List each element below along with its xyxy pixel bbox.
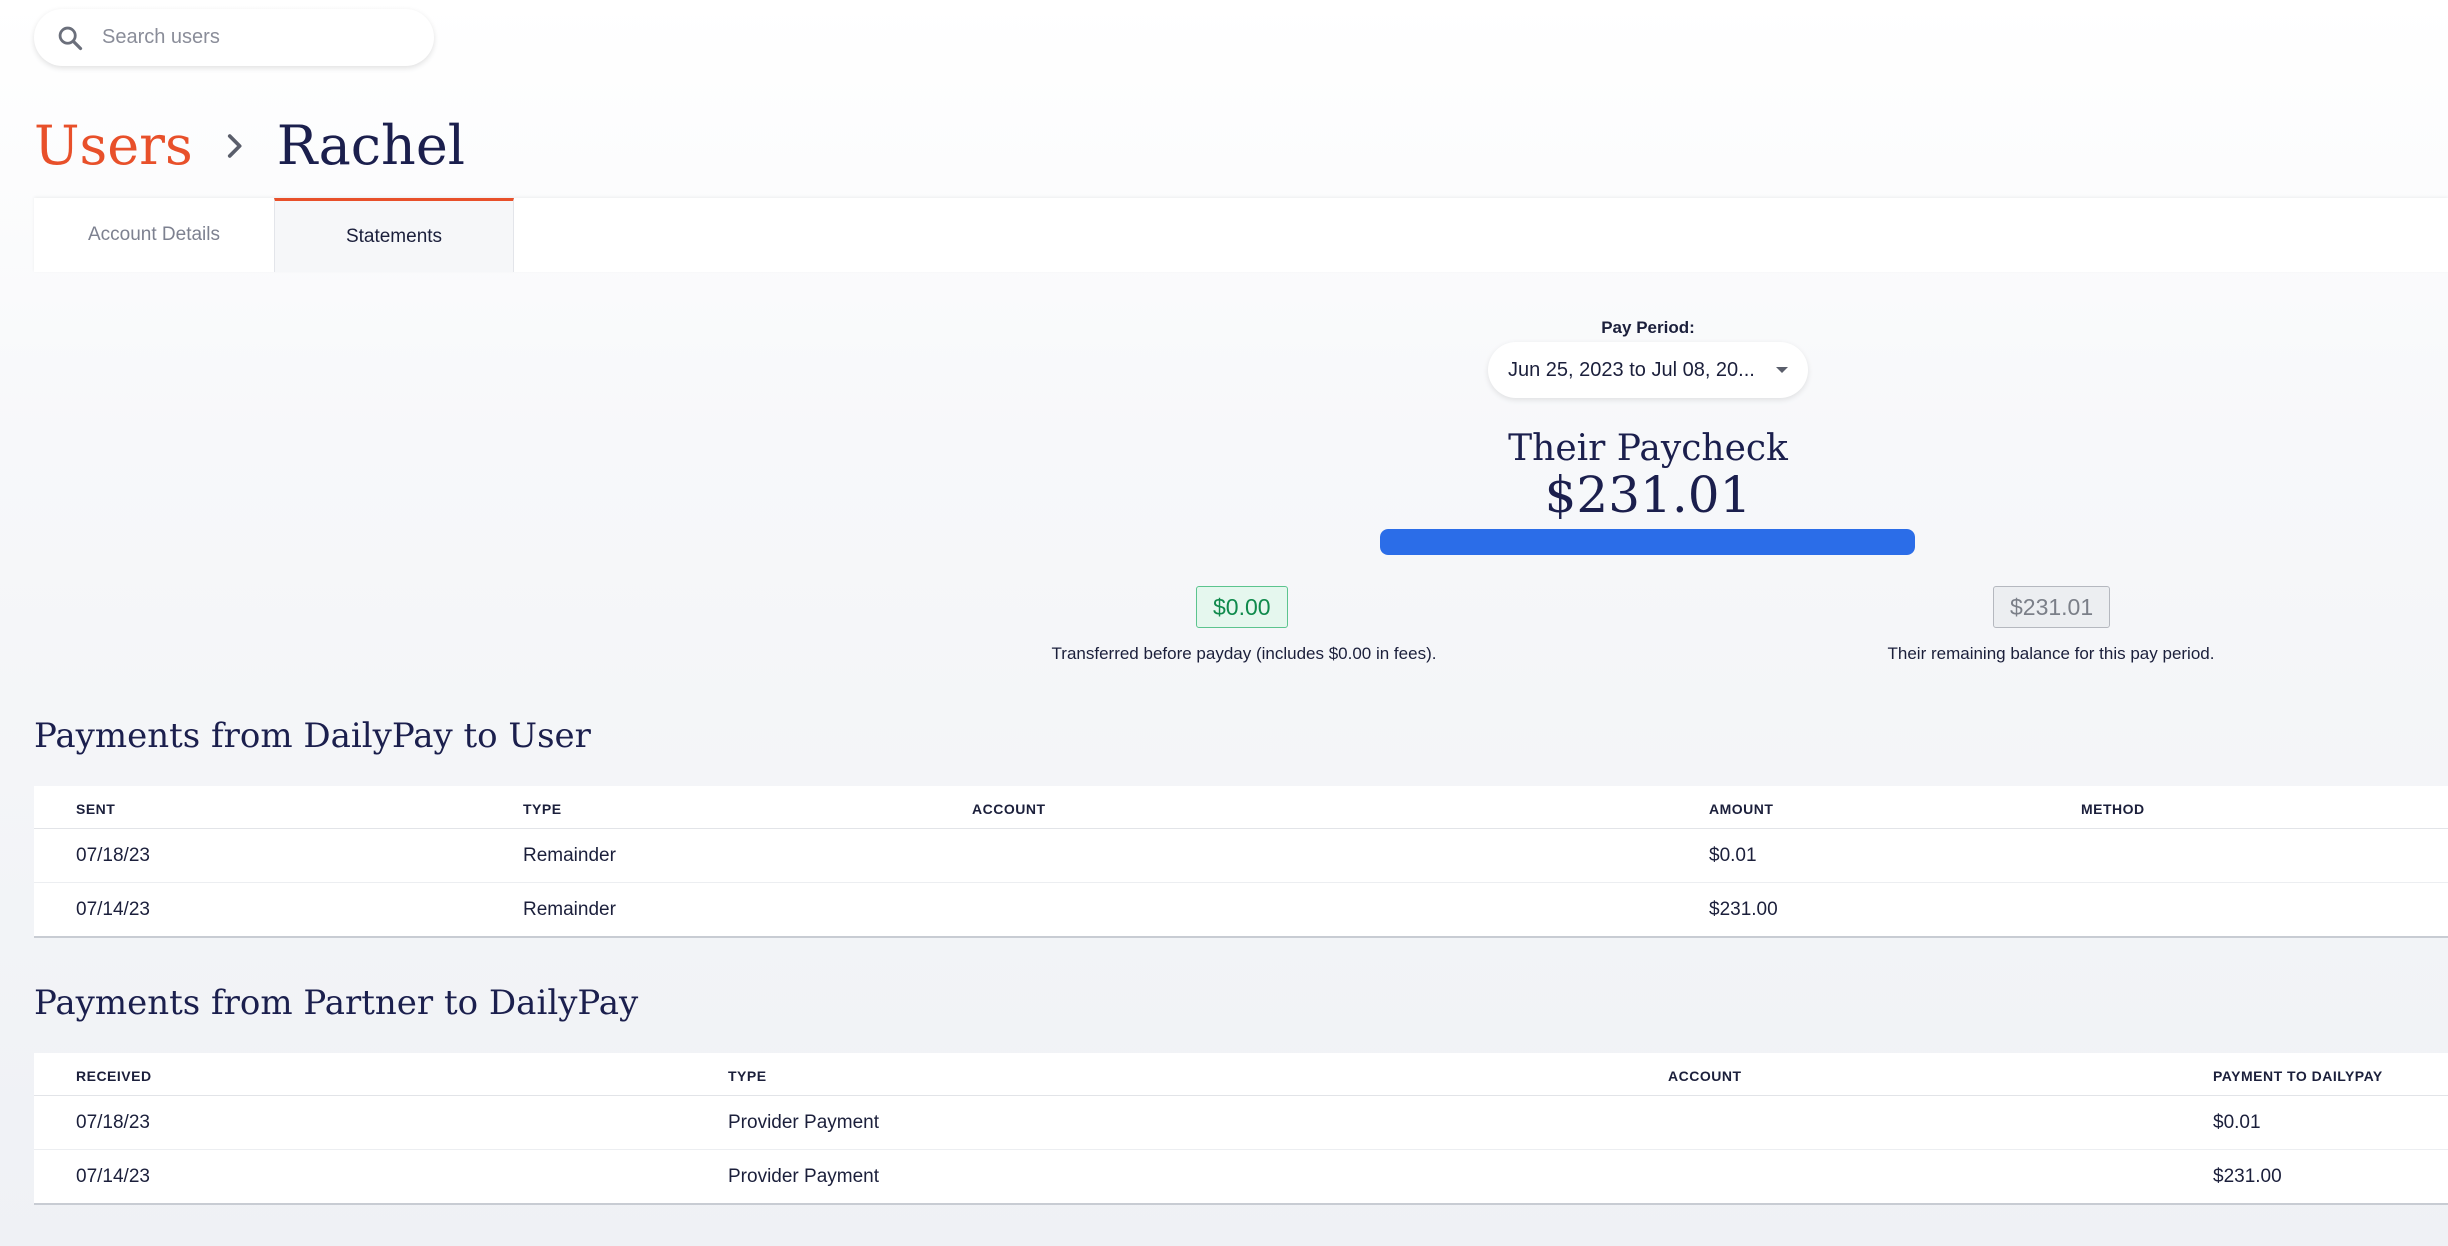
breadcrumb: Users Rachel	[34, 108, 465, 184]
table-row: 07/14/23 Remainder $231.00	[34, 883, 2448, 936]
tab-statements[interactable]: Statements	[274, 198, 514, 272]
cell-received: 07/18/23	[76, 1112, 150, 1133]
cell-amount: $231.00	[1709, 899, 1778, 920]
cell-payment: $231.00	[2213, 1166, 2282, 1187]
table-row: 07/14/23 Provider Payment $231.00	[34, 1150, 2448, 1203]
paycheck-title: Their Paycheck	[1508, 428, 1788, 469]
table-header: SENT TYPE ACCOUNT AMOUNT METHOD	[34, 786, 2448, 829]
paycheck-progress-fill	[1380, 529, 1915, 555]
search-bar[interactable]	[34, 9, 434, 66]
table-row: 07/18/23 Provider Payment $0.01	[34, 1096, 2448, 1150]
column-header-account[interactable]: ACCOUNT	[1668, 1053, 1742, 1095]
cell-type: Remainder	[523, 899, 616, 920]
cell-type: Provider Payment	[728, 1166, 880, 1187]
cell-payment: $0.01	[2213, 1112, 2261, 1133]
dailypay-to-user-table: SENT TYPE ACCOUNT AMOUNT METHOD 07/18/23…	[34, 786, 2448, 938]
remaining-balance-badge: $231.01	[1993, 586, 2111, 628]
paycheck-progress-bar	[1380, 529, 1915, 555]
partner-to-dailypay-table: RECEIVED TYPE ACCOUNT PAYMENT TO DAILYPA…	[34, 1053, 2448, 1205]
pay-period-label: Pay Period:	[1601, 318, 1695, 337]
column-header-method[interactable]: METHOD	[2081, 786, 2145, 828]
column-header-amount[interactable]: AMOUNT	[1709, 786, 1773, 828]
pay-period-select[interactable]: Jun 25, 2023 to Jul 08, 20...	[1488, 342, 1808, 398]
paycheck-amount: $231.01	[1544, 466, 1752, 524]
transferred-caption: Transferred before payday (includes $0.0…	[1051, 644, 1437, 663]
column-header-account[interactable]: ACCOUNT	[972, 786, 1046, 828]
cell-amount: $0.01	[1709, 845, 1757, 866]
search-icon	[58, 26, 83, 50]
column-header-sent[interactable]: SENT	[76, 786, 115, 828]
column-header-payment-to-dailypay[interactable]: PAYMENT TO DAILYPAY	[2213, 1053, 2383, 1095]
cell-sent: 07/14/23	[76, 899, 150, 920]
cell-type: Provider Payment	[728, 1112, 880, 1133]
statements-page: Users Rachel Account Details Statements …	[0, 0, 2448, 1246]
remaining-caption: Their remaining balance for this pay per…	[1887, 644, 2215, 663]
column-header-type[interactable]: TYPE	[728, 1053, 767, 1095]
section-title-partner-to-dailypay: Payments from Partner to DailyPay	[34, 983, 639, 1023]
table-header: RECEIVED TYPE ACCOUNT PAYMENT TO DAILYPA…	[34, 1053, 2448, 1096]
tab-account-details[interactable]: Account Details	[34, 198, 274, 272]
section-title-dailypay-to-user: Payments from DailyPay to User	[34, 716, 591, 756]
page-title: Rachel	[276, 114, 466, 177]
column-header-type[interactable]: TYPE	[523, 786, 562, 828]
search-input[interactable]	[100, 25, 404, 50]
cell-received: 07/14/23	[76, 1166, 150, 1187]
chevron-right-icon	[227, 134, 242, 158]
tab-bar: Account Details Statements	[34, 198, 2448, 272]
cell-type: Remainder	[523, 845, 616, 866]
transferred-amount-badge: $0.00	[1196, 586, 1288, 628]
caret-down-icon	[1776, 367, 1788, 373]
table-row: 07/18/23 Remainder $0.01	[34, 829, 2448, 883]
cell-sent: 07/18/23	[76, 845, 150, 866]
breadcrumb-users-link[interactable]: Users	[34, 119, 193, 173]
column-header-received[interactable]: RECEIVED	[76, 1053, 152, 1095]
pay-period-value: Jun 25, 2023 to Jul 08, 20...	[1508, 358, 1755, 381]
